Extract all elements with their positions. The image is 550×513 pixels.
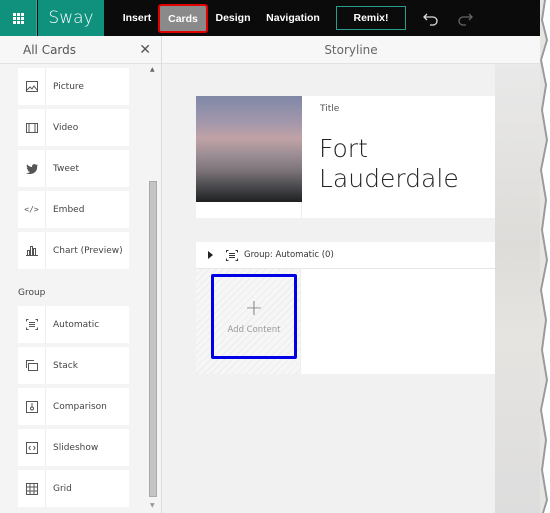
- app-launcher-button[interactable]: [0, 0, 37, 36]
- scroll-down-arrow[interactable]: ▼: [150, 502, 155, 509]
- top-bar: Sway Insert Cards Design Navigation Remi…: [0, 0, 540, 36]
- cards-panel: All Cards ✕ Picture Video Tweet </> Embe…: [0, 36, 162, 513]
- card-item-video[interactable]: Video: [18, 109, 129, 146]
- panel-title: All Cards: [23, 42, 77, 57]
- torn-edge-decoration: [540, 0, 548, 513]
- tab-design[interactable]: Design: [210, 0, 256, 36]
- group-label: Group: Automatic (0): [244, 250, 334, 260]
- comparison-icon: [18, 388, 46, 425]
- tab-cards[interactable]: Cards: [158, 4, 208, 33]
- group-card: Group: Automatic (0) + Add Content: [196, 242, 495, 374]
- title-background-photo[interactable]: [196, 96, 302, 202]
- card-item-embed[interactable]: </> Embed: [18, 191, 129, 228]
- stack-icon: [18, 347, 46, 384]
- card-item-stack[interactable]: Stack: [18, 347, 129, 384]
- tab-navigation[interactable]: Navigation: [262, 0, 324, 36]
- card-label: Embed: [53, 204, 85, 215]
- storyline-header: Storyline: [162, 36, 540, 64]
- undo-icon[interactable]: [422, 8, 442, 28]
- storyline-title: Storyline: [324, 42, 378, 57]
- chart-icon: [18, 232, 46, 269]
- card-item-grid[interactable]: Grid: [18, 470, 129, 507]
- card-label: Grid: [53, 483, 72, 494]
- card-item-automatic[interactable]: Automatic: [18, 306, 129, 343]
- add-content-label: Add Content: [227, 324, 281, 335]
- group-heading: Group: [18, 288, 46, 298]
- twitter-icon: [18, 150, 46, 187]
- card-item-slideshow[interactable]: Slideshow: [18, 429, 129, 466]
- card-label: Comparison: [53, 401, 107, 412]
- card-label: Stack: [53, 360, 78, 371]
- card-label: Tweet: [53, 163, 79, 174]
- title-text[interactable]: Fort Lauderdale: [319, 134, 489, 194]
- automatic-icon: [18, 306, 46, 343]
- panel-header: All Cards ✕: [0, 36, 161, 64]
- group-header[interactable]: Group: Automatic (0): [196, 242, 495, 269]
- title-card[interactable]: Title Fort Lauderdale: [196, 96, 495, 218]
- card-label: Chart (Preview): [53, 245, 123, 256]
- video-icon: [18, 109, 46, 146]
- tab-insert[interactable]: Insert: [114, 0, 160, 36]
- waffle-icon: [12, 12, 24, 24]
- card-label: Video: [53, 122, 79, 133]
- app-brand[interactable]: Sway: [38, 0, 104, 36]
- title-card-label: Title: [320, 104, 340, 114]
- scrollbar-thumb[interactable]: [149, 181, 157, 497]
- card-item-tweet[interactable]: Tweet: [18, 150, 129, 187]
- expand-caret-icon[interactable]: [208, 251, 213, 259]
- plus-icon: +: [244, 295, 264, 321]
- grid-icon: [18, 470, 46, 507]
- scroll-up-arrow[interactable]: ▲: [150, 66, 155, 73]
- remix-button[interactable]: Remix!: [336, 6, 406, 30]
- embed-icon: </>: [18, 191, 46, 228]
- card-item-chart[interactable]: Chart (Preview): [18, 232, 129, 269]
- close-icon[interactable]: ✕: [139, 42, 151, 58]
- card-label: Slideshow: [53, 442, 99, 453]
- slideshow-icon: [18, 429, 46, 466]
- card-item-picture[interactable]: Picture: [18, 68, 129, 105]
- card-label: Picture: [53, 81, 84, 92]
- storyline-area: Storyline Title Fort Lauderdale Group: A…: [162, 36, 540, 513]
- card-label: Automatic: [53, 319, 100, 330]
- automatic-icon: [226, 249, 238, 261]
- background-image: [495, 64, 540, 513]
- card-item-comparison[interactable]: Comparison: [18, 388, 129, 425]
- panel-scrollbar[interactable]: ▲ ▼: [148, 64, 158, 509]
- picture-icon: [18, 68, 46, 105]
- redo-icon[interactable]: [454, 8, 474, 28]
- add-content-button[interactable]: + Add Content: [211, 274, 297, 359]
